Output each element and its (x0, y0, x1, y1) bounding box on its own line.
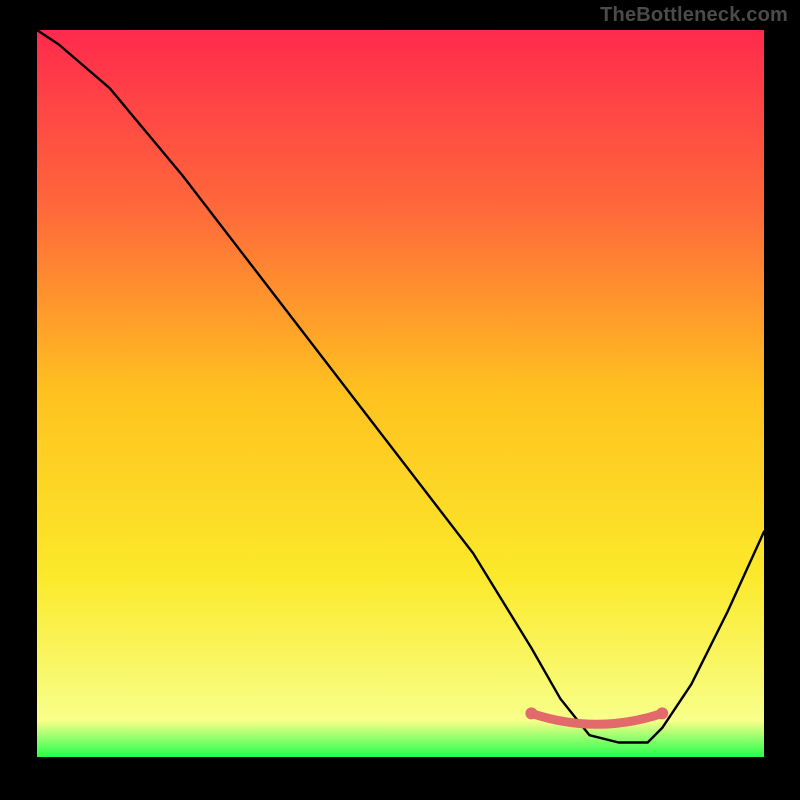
gradient-background (37, 30, 764, 757)
optimal-range-start-dot (525, 707, 537, 719)
watermark-text: TheBottleneck.com (600, 4, 788, 27)
chart-svg (37, 30, 764, 757)
optimal-range-end-dot (656, 707, 668, 719)
chart-stage: TheBottleneck.com (0, 0, 800, 800)
